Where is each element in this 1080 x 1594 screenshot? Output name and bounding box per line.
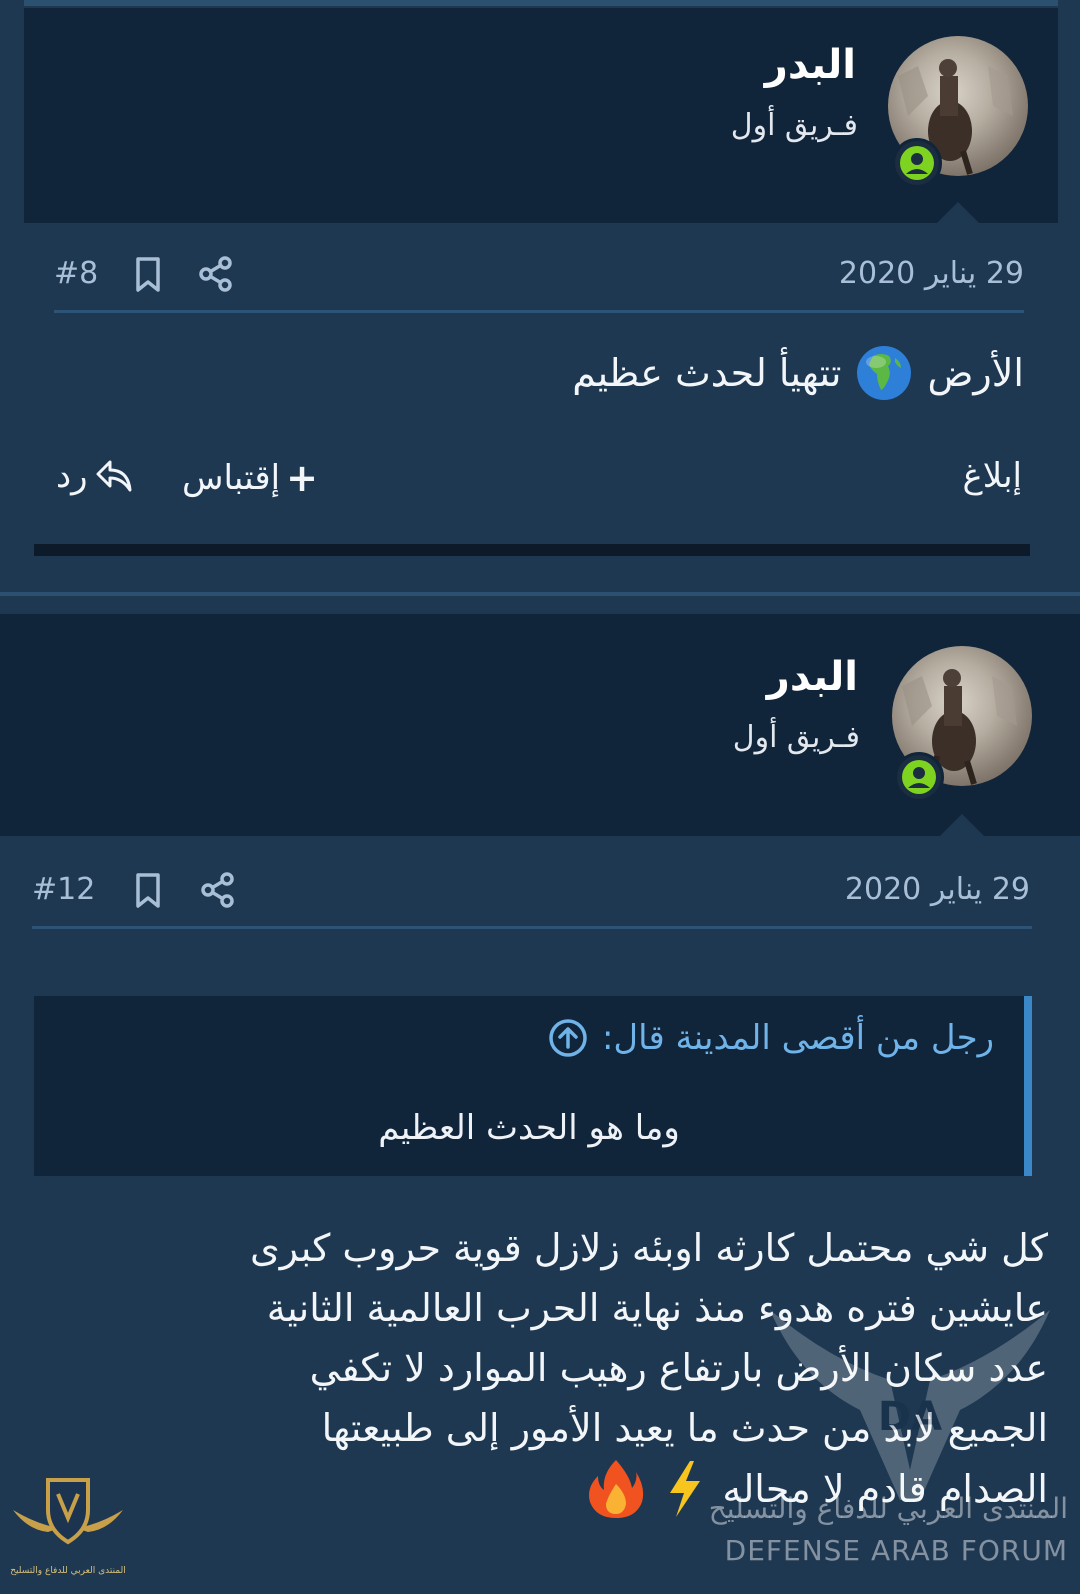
reply-button[interactable]: رد (56, 456, 134, 496)
post-number[interactable]: #12 (32, 872, 95, 907)
fire-icon (586, 1458, 646, 1520)
forum-corner-logo: المنتدى العربي للدفاع والتسليح (8, 1470, 128, 1590)
post-footer-bar (34, 544, 1030, 556)
lightning-icon (662, 1459, 706, 1519)
post-date[interactable]: 29 يناير 2020 (845, 872, 1030, 907)
report-button[interactable]: إبلاغ (963, 456, 1022, 496)
globe-africa-icon (855, 344, 913, 402)
forum-watermark-logo: DA (750, 1270, 1070, 1570)
quote-content: وما هو الحدث العظيم (34, 1086, 1024, 1176)
username[interactable]: البدر (767, 654, 858, 700)
quote-header: رجل من أقصى المدينة قال: (34, 996, 1024, 1086)
jump-to-quote-icon[interactable] (548, 1018, 588, 1058)
header-pointer (940, 814, 984, 836)
user-title: فـريق أول (730, 108, 858, 143)
user-title: فـريق أول (732, 720, 860, 755)
online-status-icon (892, 138, 942, 188)
reply-label: رد (56, 456, 88, 496)
quote-text: وما هو الحدث العظيم (378, 1108, 680, 1148)
post-body-start: الأرض (927, 351, 1024, 395)
post-body: الأرض تتهيأ لحدث عظيم (572, 344, 1024, 402)
meta-divider (54, 310, 1024, 313)
quote-block: رجل من أقصى المدينة قال: وما هو الحدث ال… (34, 996, 1032, 1176)
quote-author-label: رجل من أقصى المدينة قال: (601, 1018, 994, 1058)
share-icon[interactable] (198, 870, 238, 910)
watermark-arabic-text: المنتدى العربي للدفاع والتسليح (708, 1492, 1068, 1525)
reply-icon (94, 458, 134, 494)
bookmark-icon[interactable] (128, 870, 168, 910)
watermark-english-text: DEFENSE ARAB FORUM (724, 1534, 1068, 1567)
report-label: إبلاغ (962, 456, 1022, 496)
post-body-line: كل شي محتمل كارثه اوبئه زلازل قوية حروب … (250, 1226, 1048, 1270)
bookmark-icon[interactable] (128, 254, 168, 294)
post-number[interactable]: #8 (54, 256, 98, 291)
quote-button[interactable]: + إقتباس (182, 456, 318, 500)
post-separator (0, 592, 1080, 596)
svg-text:DA: DA (878, 1394, 942, 1440)
username[interactable]: البدر (765, 42, 856, 88)
post-date[interactable]: 29 يناير 2020 (839, 256, 1024, 291)
online-status-icon (894, 752, 944, 802)
meta-divider (32, 926, 1032, 929)
quote-label: إقتباس (182, 458, 281, 498)
post-8: البدر فـريق أول 29 يناير 2020 #8 الأرض ت… (0, 0, 1080, 570)
corner-logo-caption: المنتدى العربي للدفاع والتسليح (10, 1566, 126, 1576)
share-icon[interactable] (196, 254, 236, 294)
quote-author[interactable]: رجل من أقصى المدينة قال: (548, 1018, 994, 1058)
plus-icon: + (286, 456, 318, 500)
header-pointer (936, 202, 980, 224)
post-body-end: تتهيأ لحدث عظيم (572, 351, 842, 395)
